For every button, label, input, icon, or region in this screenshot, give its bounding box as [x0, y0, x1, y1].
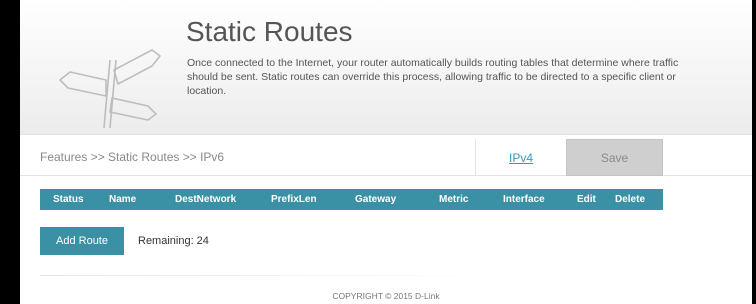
signpost-icon — [59, 49, 161, 129]
nav-bar: Features >> Static Routes >> IPv6 IPv4 S… — [20, 139, 752, 176]
save-button[interactable]: Save — [566, 139, 663, 176]
remaining-label: Remaining: — [138, 235, 194, 247]
header-banner: Static Routes Once connected to the Inte… — [20, 0, 752, 135]
page-title: Static Routes — [186, 16, 353, 47]
column-header-delete: Delete — [615, 194, 646, 205]
footer-divider — [40, 275, 493, 276]
column-header-edit: Edit — [577, 194, 596, 205]
column-header-gateway: Gateway — [355, 194, 397, 205]
add-route-button[interactable]: Add Route — [40, 227, 124, 255]
column-header-destnetwork: DestNetwork — [175, 194, 237, 205]
column-header-status: Status — [53, 194, 84, 205]
column-header-name: Name — [109, 194, 137, 205]
ipv4-tab: IPv4 — [475, 139, 566, 176]
column-header-metric: Metric — [439, 194, 469, 205]
page-description: Once connected to the Internet, your rou… — [187, 57, 679, 97]
breadcrumb: Features >> Static Routes >> IPv6 — [40, 150, 225, 164]
remaining-value: 24 — [196, 235, 209, 247]
remaining-count: Remaining: 24 — [135, 235, 209, 247]
column-header-prefixlen: PrefixLen — [271, 194, 317, 205]
column-header-interface: Interface — [503, 194, 545, 205]
ipv4-link[interactable]: IPv4 — [509, 151, 533, 165]
routes-table-header: Status Name DestNetwork PrefixLen Gatewa… — [40, 189, 663, 210]
page-frame: Static Routes Once connected to the Inte… — [20, 0, 752, 304]
copyright: COPYRIGHT © 2015 D-Link — [332, 291, 440, 301]
